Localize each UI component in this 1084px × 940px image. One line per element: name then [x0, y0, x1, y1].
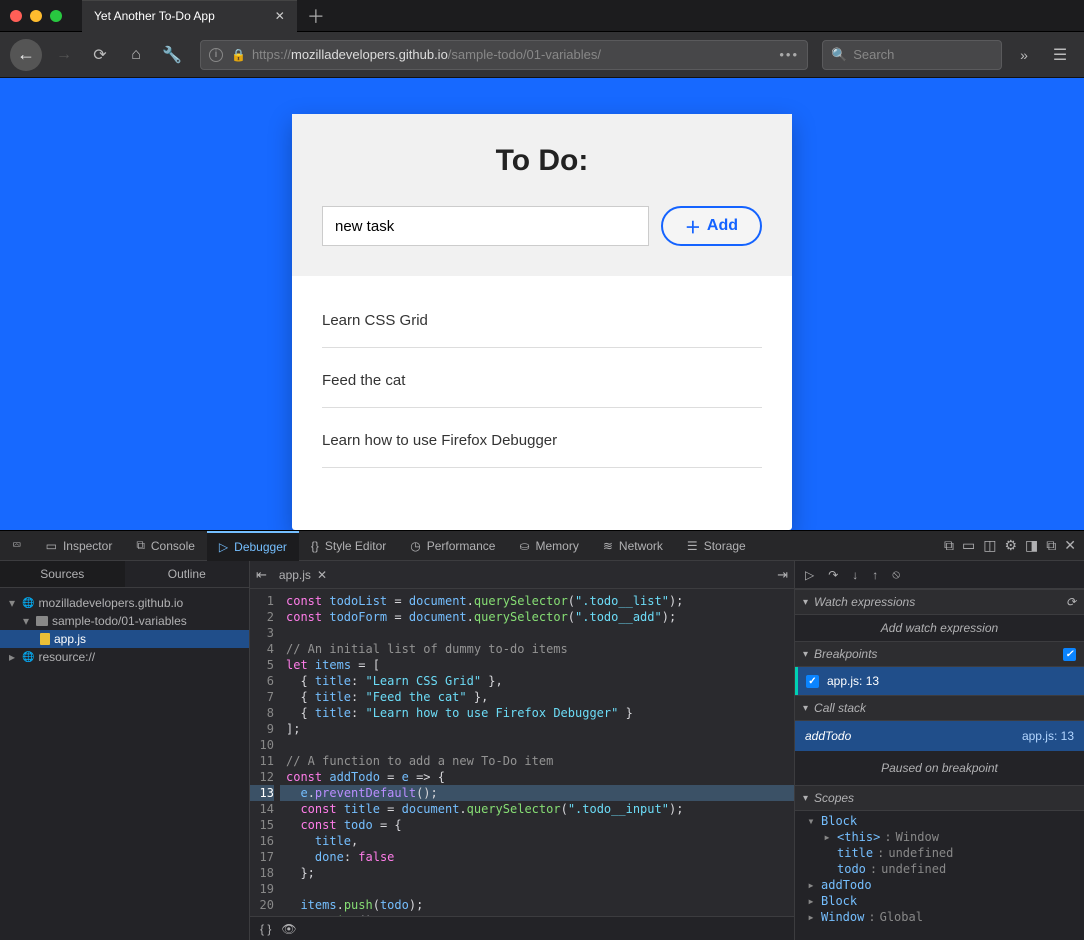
paused-status: Paused on breakpoint — [795, 751, 1084, 785]
breakpoints-toggle[interactable]: ✓ — [1063, 648, 1076, 661]
scopes-header[interactable]: ▾Scopes — [795, 785, 1084, 811]
todo-list: Learn CSS Grid Feed the cat Learn how to… — [292, 276, 792, 498]
pick-element-button[interactable]: ⮹ — [0, 531, 34, 561]
tree-folder[interactable]: ▾sample-todo/01-variables — [0, 612, 249, 630]
tab-title: Yet Another To-Do App — [94, 9, 215, 23]
plus-icon: ＋ — [685, 214, 701, 238]
tree-resource[interactable]: ▸🌐resource:// — [0, 648, 249, 666]
address-bar[interactable]: i 🔒 https://mozilladevelopers.github.io/… — [200, 40, 808, 70]
tab-storage[interactable]: ☰Storage — [675, 531, 758, 561]
scope-title[interactable]: title : undefined — [795, 845, 1084, 861]
lock-icon: 🔒 — [231, 48, 246, 62]
close-file-icon[interactable]: ✕ — [317, 568, 327, 582]
sources-pane: Sources Outline ▾🌐mozilladevelopers.gith… — [0, 561, 250, 940]
tab-memory[interactable]: ⛀Memory — [507, 531, 590, 561]
watch-header[interactable]: ▾Watch expressions ⟳ — [795, 589, 1084, 615]
dock-side-icon[interactable]: ◨ — [1025, 537, 1038, 554]
toggle-sources-icon[interactable]: ⇤ — [256, 567, 267, 583]
callstack-frame[interactable]: addTodo app.js: 13 — [795, 721, 1084, 751]
toggle-right-icon[interactable]: ⇥ — [777, 567, 788, 583]
developer-button[interactable]: 🔧 — [158, 41, 186, 69]
page-heading: To Do: — [322, 144, 762, 178]
breakpoint-label: app.js: 13 — [827, 674, 879, 688]
sources-tree: ▾🌐mozilladevelopers.github.io ▾sample-to… — [0, 588, 249, 672]
breakpoint-checkbox[interactable]: ✓ — [806, 675, 819, 688]
responsive-mode-icon[interactable]: ⧉ — [944, 537, 954, 554]
site-info-icon[interactable]: i — [209, 48, 223, 62]
url-path: /sample-todo/01-variables/ — [448, 47, 601, 62]
tab-console[interactable]: ⧉Console — [124, 531, 207, 561]
page-actions-icon[interactable]: ••• — [779, 47, 799, 62]
outline-tab[interactable]: Outline — [125, 561, 250, 587]
file-tab-app-js[interactable]: app.js ✕ — [273, 566, 333, 584]
tab-network[interactable]: ≋Network — [591, 531, 675, 561]
traffic-lights — [10, 10, 62, 22]
tab-style-editor[interactable]: {}Style Editor — [299, 531, 398, 561]
add-watch-expression[interactable]: Add watch expression — [795, 615, 1084, 641]
add-button[interactable]: ＋ Add — [661, 206, 762, 246]
sources-tab[interactable]: Sources — [0, 561, 125, 587]
close-tab-icon[interactable]: ✕ — [275, 9, 285, 23]
step-out-button[interactable]: ↑ — [872, 568, 878, 582]
todo-item: Learn how to use Firefox Debugger — [322, 408, 762, 468]
close-window-button[interactable] — [10, 10, 22, 22]
devtools-tabs: ⮹ ▭Inspector ⧉Console ▷Debugger {}Style … — [0, 531, 1084, 561]
add-button-label: Add — [707, 217, 738, 235]
devtools: ⮹ ▭Inspector ⧉Console ▷Debugger {}Style … — [0, 530, 1084, 940]
scope-this[interactable]: ▸<this> : Window — [795, 829, 1084, 845]
tree-domain[interactable]: ▾🌐mozilladevelopers.github.io — [0, 594, 249, 612]
tab-inspector[interactable]: ▭Inspector — [34, 531, 125, 561]
menu-button[interactable]: ☰ — [1046, 41, 1074, 69]
todo-item: Feed the cat — [322, 348, 762, 408]
task-input[interactable] — [322, 206, 649, 246]
scopes-body: ▾Block ▸<this> : Window title : undefine… — [795, 811, 1084, 929]
dock-window-icon[interactable]: ⧉ — [1046, 537, 1056, 554]
url-host: mozilladevelopers.github.io — [291, 47, 448, 62]
callstack-header[interactable]: ▾Call stack — [795, 695, 1084, 721]
tab-performance[interactable]: ◷Performance — [398, 531, 507, 561]
search-placeholder: Search — [853, 47, 894, 62]
scope-block2[interactable]: ▸Block — [795, 893, 1084, 909]
maximize-window-button[interactable] — [50, 10, 62, 22]
browser-tab[interactable]: Yet Another To-Do App ✕ — [82, 0, 297, 32]
settings-icon[interactable]: ⚙ — [1004, 537, 1017, 554]
step-in-button[interactable]: ↓ — [852, 568, 858, 582]
blackbox-icon[interactable]: 👁 — [281, 922, 296, 936]
editor-pane: ⇤ app.js ✕ ⇥ 123456789101112131415161718… — [250, 561, 794, 940]
code-editor[interactable]: 1234567891011121314151617181920212223 co… — [250, 589, 794, 916]
search-bar[interactable]: 🔍 Search — [822, 40, 1002, 70]
tab-debugger[interactable]: ▷Debugger — [207, 531, 299, 561]
reload-button[interactable]: ⟳ — [86, 41, 114, 69]
back-button[interactable]: ← — [10, 39, 42, 71]
scope-window[interactable]: ▸Window : Global — [795, 909, 1084, 925]
tree-file-app-js[interactable]: app.js — [0, 630, 249, 648]
scope-block[interactable]: ▾Block — [795, 813, 1084, 829]
home-button[interactable]: ⌂ — [122, 41, 150, 69]
window-titlebar: Yet Another To-Do App ✕ ＋ — [0, 0, 1084, 32]
media-rules-icon[interactable]: ◫ — [983, 537, 996, 554]
refresh-watch-icon[interactable]: ⟳ — [1066, 595, 1076, 609]
resume-button[interactable]: ▷ — [805, 568, 814, 582]
close-devtools-icon[interactable]: ✕ — [1064, 537, 1076, 554]
step-over-button[interactable]: ↷ — [828, 568, 838, 582]
deactivate-bp-button[interactable]: ⦸ — [892, 567, 900, 582]
breakpoint-row[interactable]: ✓ app.js: 13 — [795, 667, 1084, 695]
url-protocol: https:// — [252, 47, 291, 62]
pretty-print-icon[interactable]: { } — [260, 922, 271, 936]
new-tab-button[interactable]: ＋ — [307, 3, 325, 29]
page-viewport: To Do: ＋ Add Learn CSS Grid Feed the cat… — [0, 78, 1084, 530]
overflow-button[interactable]: » — [1010, 41, 1038, 69]
todo-card: To Do: ＋ Add Learn CSS Grid Feed the cat… — [292, 114, 792, 530]
forward-button[interactable]: → — [50, 41, 78, 69]
breakpoints-header[interactable]: ▾Breakpoints ✓ — [795, 641, 1084, 667]
browser-toolbar: ← → ⟳ ⌂ 🔧 i 🔒 https://mozilladevelopers.… — [0, 32, 1084, 78]
scope-todo[interactable]: todo : undefined — [795, 861, 1084, 877]
debugger-sidebar: ▷ ↷ ↓ ↑ ⦸ ▾Watch expressions ⟳ Add watch… — [794, 561, 1084, 940]
scope-addtodo[interactable]: ▸addTodo — [795, 877, 1084, 893]
search-icon: 🔍 — [831, 47, 847, 63]
minimize-window-button[interactable] — [30, 10, 42, 22]
todo-item: Learn CSS Grid — [322, 288, 762, 348]
iframe-icon[interactable]: ▭ — [962, 537, 975, 554]
